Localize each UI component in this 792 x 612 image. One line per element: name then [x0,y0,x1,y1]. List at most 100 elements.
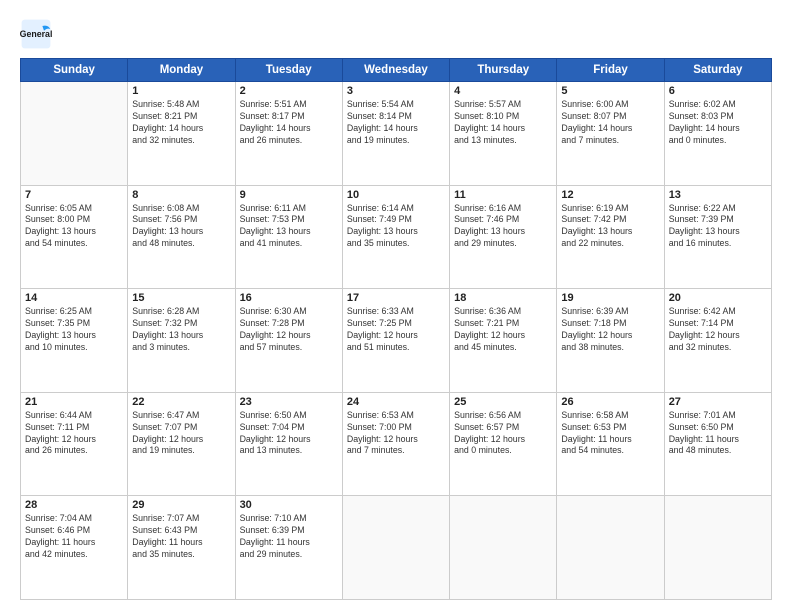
calendar-cell: 14 Sunrise: 6:25 AM Sunset: 7:35 PM Dayli… [21,289,128,393]
calendar-cell: 18 Sunrise: 6:36 AM Sunset: 7:21 PM Dayli… [450,289,557,393]
day-info: Sunrise: 6:16 AM Sunset: 7:46 PM Dayligh… [454,203,552,251]
calendar-cell: 19 Sunrise: 6:39 AM Sunset: 7:18 PM Dayli… [557,289,664,393]
day-number: 7 [25,189,123,201]
calendar-cell: 7 Sunrise: 6:05 AM Sunset: 8:00 PM Daylig… [21,185,128,289]
calendar-cell: 21 Sunrise: 6:44 AM Sunset: 7:11 PM Dayli… [21,392,128,496]
calendar-cell: 25 Sunrise: 6:56 AM Sunset: 6:57 PM Dayli… [450,392,557,496]
day-info: Sunrise: 6:53 AM Sunset: 7:00 PM Dayligh… [347,410,445,458]
calendar-cell [664,496,771,600]
logo: General [20,18,56,50]
day-number: 30 [240,499,338,511]
calendar-cell [342,496,449,600]
day-number: 19 [561,292,659,304]
calendar-table: SundayMondayTuesdayWednesdayThursdayFrid… [20,58,772,600]
day-number: 28 [25,499,123,511]
calendar-cell: 15 Sunrise: 6:28 AM Sunset: 7:32 PM Dayli… [128,289,235,393]
day-number: 26 [561,396,659,408]
day-info: Sunrise: 6:33 AM Sunset: 7:25 PM Dayligh… [347,306,445,354]
day-number: 11 [454,189,552,201]
day-info: Sunrise: 7:04 AM Sunset: 6:46 PM Dayligh… [25,513,123,561]
day-number: 24 [347,396,445,408]
day-number: 29 [132,499,230,511]
day-number: 25 [454,396,552,408]
weekday-friday: Friday [557,59,664,82]
weekday-wednesday: Wednesday [342,59,449,82]
calendar-cell: 20Sunrise: 6:42 AM Sunset: 7:14 PM Dayli… [664,289,771,393]
week-row-2: 7 Sunrise: 6:05 AM Sunset: 8:00 PM Daylig… [21,185,772,289]
page: General SundayMondayTuesdayWednesdayThur… [0,0,792,612]
week-row-3: 14 Sunrise: 6:25 AM Sunset: 7:35 PM Dayli… [21,289,772,393]
day-number: 18 [454,292,552,304]
day-info: Sunrise: 6:05 AM Sunset: 8:00 PM Dayligh… [25,203,123,251]
day-info: Sunrise: 6:25 AM Sunset: 7:35 PM Dayligh… [25,306,123,354]
logo-icon: General [20,18,52,50]
calendar-cell: 28 Sunrise: 7:04 AM Sunset: 6:46 PM Dayli… [21,496,128,600]
svg-text:General: General [20,29,52,39]
day-number: 16 [240,292,338,304]
day-info: Sunrise: 6:14 AM Sunset: 7:49 PM Dayligh… [347,203,445,251]
day-number: 20 [669,292,767,304]
calendar-cell: 4Sunrise: 5:57 AM Sunset: 8:10 PM Daylig… [450,82,557,186]
weekday-tuesday: Tuesday [235,59,342,82]
day-number: 15 [132,292,230,304]
day-info: Sunrise: 6:58 AM Sunset: 6:53 PM Dayligh… [561,410,659,458]
day-info: Sunrise: 6:47 AM Sunset: 7:07 PM Dayligh… [132,410,230,458]
day-number: 9 [240,189,338,201]
weekday-thursday: Thursday [450,59,557,82]
calendar-cell [557,496,664,600]
calendar-cell: 17 Sunrise: 6:33 AM Sunset: 7:25 PM Dayli… [342,289,449,393]
calendar-cell: 22 Sunrise: 6:47 AM Sunset: 7:07 PM Dayli… [128,392,235,496]
calendar-cell: 12Sunrise: 6:19 AM Sunset: 7:42 PM Dayli… [557,185,664,289]
day-info: Sunrise: 5:54 AM Sunset: 8:14 PM Dayligh… [347,99,445,147]
day-number: 5 [561,85,659,97]
day-info: Sunrise: 6:11 AM Sunset: 7:53 PM Dayligh… [240,203,338,251]
day-info: Sunrise: 6:00 AM Sunset: 8:07 PM Dayligh… [561,99,659,147]
calendar-cell: 23Sunrise: 6:50 AM Sunset: 7:04 PM Dayli… [235,392,342,496]
header: General [20,18,772,50]
day-info: Sunrise: 6:02 AM Sunset: 8:03 PM Dayligh… [669,99,767,147]
calendar-cell [21,82,128,186]
week-row-5: 28 Sunrise: 7:04 AM Sunset: 6:46 PM Dayli… [21,496,772,600]
calendar-cell: 26 Sunrise: 6:58 AM Sunset: 6:53 PM Dayli… [557,392,664,496]
day-info: Sunrise: 6:56 AM Sunset: 6:57 PM Dayligh… [454,410,552,458]
day-info: Sunrise: 6:50 AM Sunset: 7:04 PM Dayligh… [240,410,338,458]
day-info: Sunrise: 6:39 AM Sunset: 7:18 PM Dayligh… [561,306,659,354]
day-number: 21 [25,396,123,408]
weekday-sunday: Sunday [21,59,128,82]
calendar-cell: 2Sunrise: 5:51 AM Sunset: 8:17 PM Daylig… [235,82,342,186]
week-row-4: 21 Sunrise: 6:44 AM Sunset: 7:11 PM Dayli… [21,392,772,496]
day-number: 27 [669,396,767,408]
day-number: 1 [132,85,230,97]
calendar-cell: 3 Sunrise: 5:54 AM Sunset: 8:14 PM Daylig… [342,82,449,186]
day-number: 22 [132,396,230,408]
week-row-1: 1 Sunrise: 5:48 AM Sunset: 8:21 PM Daylig… [21,82,772,186]
calendar-cell: 6 Sunrise: 6:02 AM Sunset: 8:03 PM Daylig… [664,82,771,186]
calendar-cell: 11 Sunrise: 6:16 AM Sunset: 7:46 PM Dayli… [450,185,557,289]
day-number: 10 [347,189,445,201]
calendar-cell [450,496,557,600]
day-info: Sunrise: 6:44 AM Sunset: 7:11 PM Dayligh… [25,410,123,458]
day-info: Sunrise: 5:57 AM Sunset: 8:10 PM Dayligh… [454,99,552,147]
calendar-cell: 24 Sunrise: 6:53 AM Sunset: 7:00 PM Dayli… [342,392,449,496]
calendar-cell: 8Sunrise: 6:08 AM Sunset: 7:56 PM Daylig… [128,185,235,289]
day-info: Sunrise: 6:30 AM Sunset: 7:28 PM Dayligh… [240,306,338,354]
day-info: Sunrise: 5:51 AM Sunset: 8:17 PM Dayligh… [240,99,338,147]
day-info: Sunrise: 6:28 AM Sunset: 7:32 PM Dayligh… [132,306,230,354]
day-info: Sunrise: 6:36 AM Sunset: 7:21 PM Dayligh… [454,306,552,354]
day-number: 13 [669,189,767,201]
day-info: Sunrise: 6:22 AM Sunset: 7:39 PM Dayligh… [669,203,767,251]
day-info: Sunrise: 7:10 AM Sunset: 6:39 PM Dayligh… [240,513,338,561]
calendar-cell: 10 Sunrise: 6:14 AM Sunset: 7:49 PM Dayli… [342,185,449,289]
day-info: Sunrise: 7:01 AM Sunset: 6:50 PM Dayligh… [669,410,767,458]
day-number: 3 [347,85,445,97]
calendar-cell: 1 Sunrise: 5:48 AM Sunset: 8:21 PM Daylig… [128,82,235,186]
day-info: Sunrise: 5:48 AM Sunset: 8:21 PM Dayligh… [132,99,230,147]
calendar-cell: 9 Sunrise: 6:11 AM Sunset: 7:53 PM Daylig… [235,185,342,289]
day-number: 6 [669,85,767,97]
day-number: 14 [25,292,123,304]
calendar-cell: 27 Sunrise: 7:01 AM Sunset: 6:50 PM Dayli… [664,392,771,496]
day-info: Sunrise: 6:08 AM Sunset: 7:56 PM Dayligh… [132,203,230,251]
day-number: 12 [561,189,659,201]
day-number: 17 [347,292,445,304]
day-info: Sunrise: 7:07 AM Sunset: 6:43 PM Dayligh… [132,513,230,561]
